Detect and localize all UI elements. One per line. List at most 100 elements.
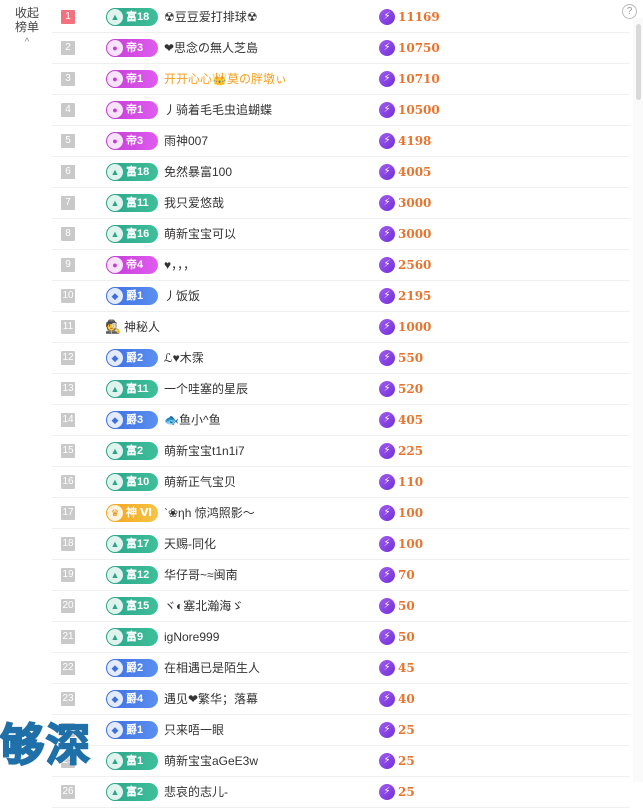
user-name[interactable]: 免然暴富100	[164, 165, 232, 179]
leaderboard-row[interactable]: 16 ▲ 富10 萌新正气宝贝 ⚡ 110	[52, 467, 630, 498]
score-value: 11169	[398, 10, 440, 24]
badge-emblem-icon: ▲	[107, 474, 123, 490]
rank-number: 3	[61, 72, 75, 86]
score-value: 100	[398, 537, 424, 551]
rank-number: 19	[61, 568, 75, 582]
lightning-bolt-icon: ⚡	[379, 629, 395, 645]
badge-level-label: 爵2	[126, 662, 144, 674]
user-name[interactable]: 萌新宝宝t1n1i7	[164, 444, 245, 458]
level-badge: ▲ 富2	[106, 783, 158, 801]
badge-level-label: 富2	[126, 786, 144, 798]
leaderboard-row[interactable]: 20 ▲ 富15 ヾ◐塞北瀚海ゞ ⚡ 50	[52, 591, 630, 622]
user-name[interactable]: 🐟鱼小^鱼	[164, 413, 221, 427]
leaderboard-row[interactable]: 9 ● 帝4 ♥，，， ⚡ 2560	[52, 250, 630, 281]
user-name[interactable]: 在相遇已是陌生人	[164, 661, 260, 675]
user-name[interactable]: 萌新正气宝贝	[164, 475, 236, 489]
leaderboard-row[interactable]: 8 ▲ 富16 萌新宝宝可以 ⚡ 3000	[52, 219, 630, 250]
leaderboard-row[interactable]: 5 ● 帝3 雨神007 ⚡ 4198	[52, 126, 630, 157]
user-name[interactable]: ❤思念の無人芝島	[164, 41, 258, 55]
user-name[interactable]: 萌新宝宝可以	[164, 227, 236, 241]
badge-level-label: 爵3	[126, 414, 144, 426]
collapse-list-button[interactable]: 收起 榜单 ^	[10, 6, 44, 50]
rank-number: 20	[61, 599, 75, 613]
score-value: 70	[398, 568, 415, 582]
score-value: 10750	[398, 41, 440, 55]
leaderboard-row[interactable]: 24 ◆ 爵1 只来唔一眼 ⚡ 25	[52, 715, 630, 746]
lightning-bolt-icon: ⚡	[379, 753, 395, 769]
leaderboard-row[interactable]: 4 ● 帝1 丿骑着毛毛虫追蝴蝶 ⚡ 10500	[52, 95, 630, 126]
user-name[interactable]: 神秘人	[124, 320, 160, 334]
user-name[interactable]: ˋ❀ηh 惊鸿照影～	[164, 506, 255, 520]
user-name[interactable]: ℒ♥木霂	[164, 351, 204, 365]
rank-number: 10	[61, 289, 75, 303]
user-name[interactable]: ♥，，，	[164, 258, 195, 272]
badge-emblem-icon: ◆	[107, 288, 123, 304]
user-name[interactable]: igNore999	[164, 630, 219, 644]
user-name[interactable]: ヾ◐塞北瀚海ゞ	[164, 599, 243, 613]
leaderboard-row[interactable]: 17 ♛ 神 Ⅵ ˋ❀ηh 惊鸿照影～ ⚡ 100	[52, 498, 630, 529]
leaderboard-row[interactable]: 2 ● 帝3 ❤思念の無人芝島 ⚡ 10750	[52, 33, 630, 64]
leaderboard-row[interactable]: 6 ▲ 富18 免然暴富100 ⚡ 4005	[52, 157, 630, 188]
leaderboard-row[interactable]: 14 ◆ 爵3 🐟鱼小^鱼 ⚡ 405	[52, 405, 630, 436]
badge-level-label: 富18	[126, 166, 150, 178]
badge-level-label: 爵1	[126, 724, 144, 736]
scrollbar-track[interactable]	[633, 18, 643, 782]
lightning-bolt-icon: ⚡	[379, 257, 395, 273]
leaderboard-row[interactable]: 11 🕵 神秘人 ⚡ 1000	[52, 312, 630, 343]
user-name[interactable]: 雨神007	[164, 134, 208, 148]
badge-level-label: 富16	[126, 228, 150, 240]
badge-emblem-icon: ▲	[107, 567, 123, 583]
user-name[interactable]: 丿饭饭	[164, 289, 200, 303]
user-name[interactable]: ☢豆豆爱打排球☢	[164, 10, 258, 24]
rank-number: 15	[61, 444, 75, 458]
lightning-bolt-icon: ⚡	[379, 9, 395, 25]
badge-level-label: 爵4	[126, 693, 144, 705]
score-value: 4005	[398, 165, 432, 179]
level-badge: ▲ 富15	[106, 597, 158, 615]
badge-level-label: 富18	[126, 11, 150, 23]
leaderboard-row[interactable]: 10 ◆ 爵1 丿饭饭 ⚡ 2195	[52, 281, 630, 312]
leaderboard-row[interactable]: 12 ◆ 爵2 ℒ♥木霂 ⚡ 550	[52, 343, 630, 374]
user-name[interactable]: 华仔哥~≈闽南	[164, 568, 238, 582]
level-badge: ▲ 富1	[106, 752, 158, 770]
level-badge: ▲ 富9	[106, 628, 158, 646]
leaderboard-row[interactable]: 1 ▲ 富18 ☢豆豆爱打排球☢ ⚡ 11169	[52, 2, 630, 33]
badge-emblem-icon: ●	[107, 257, 123, 273]
user-name[interactable]: 萌新宝宝aGeE3w	[164, 754, 258, 768]
leaderboard-row[interactable]: 21 ▲ 富9 igNore999 ⚡ 50	[52, 622, 630, 653]
scrollbar-thumb[interactable]	[636, 24, 641, 100]
user-name[interactable]: 悲哀的志儿-	[164, 785, 228, 799]
rank-number: 9	[61, 258, 75, 272]
user-name[interactable]: 开开心心👑莫の胖墩ぃ	[164, 72, 287, 86]
badge-level-label: 帝1	[126, 104, 144, 116]
rank-number: 21	[61, 630, 75, 644]
chevron-up-icon: ^	[24, 37, 30, 48]
user-name[interactable]: 只来唔一眼	[164, 723, 224, 737]
score-value: 25	[398, 754, 415, 768]
user-name[interactable]: 一个哇塞的星辰	[164, 382, 248, 396]
badge-emblem-icon: ●	[107, 40, 123, 56]
rank-number: 5	[61, 134, 75, 148]
badge-emblem-icon: ◆	[107, 722, 123, 738]
rank-number: 12	[61, 351, 75, 365]
leaderboard-row[interactable]: 25 ▲ 富1 萌新宝宝aGeE3w ⚡ 25	[52, 746, 630, 777]
lightning-bolt-icon: ⚡	[379, 71, 395, 87]
rank-number: 2	[61, 41, 75, 55]
user-name[interactable]: 天赐-同化	[164, 537, 216, 551]
score-value: 10710	[398, 72, 440, 86]
leaderboard-row[interactable]: 23 ◆ 爵4 遇见❤繁华；落幕 ⚡ 40	[52, 684, 630, 715]
leaderboard-row[interactable]: 15 ▲ 富2 萌新宝宝t1n1i7 ⚡ 225	[52, 436, 630, 467]
rank-number: 17	[61, 506, 75, 520]
user-name[interactable]: 我只爱悠哉	[164, 196, 224, 210]
user-name[interactable]: 遇见❤繁华；落幕	[164, 692, 258, 706]
leaderboard-row[interactable]: 18 ▲ 富17 天赐-同化 ⚡ 100	[52, 529, 630, 560]
leaderboard-row[interactable]: 13 ▲ 富11 一个哇塞的星辰 ⚡ 520	[52, 374, 630, 405]
collapse-label-line2: 榜单	[14, 20, 39, 34]
leaderboard-row[interactable]: 7 ▲ 富11 我只爱悠哉 ⚡ 3000	[52, 188, 630, 219]
level-badge: ◆ 爵1	[106, 721, 158, 739]
user-name[interactable]: 丿骑着毛毛虫追蝴蝶	[164, 103, 272, 117]
leaderboard-row[interactable]: 19 ▲ 富12 华仔哥~≈闽南 ⚡ 70	[52, 560, 630, 591]
badge-emblem-icon: ▲	[107, 784, 123, 800]
leaderboard-row[interactable]: 3 ● 帝1 开开心心👑莫の胖墩ぃ ⚡ 10710	[52, 64, 630, 95]
leaderboard-row[interactable]: 22 ◆ 爵2 在相遇已是陌生人 ⚡ 45	[52, 653, 630, 684]
